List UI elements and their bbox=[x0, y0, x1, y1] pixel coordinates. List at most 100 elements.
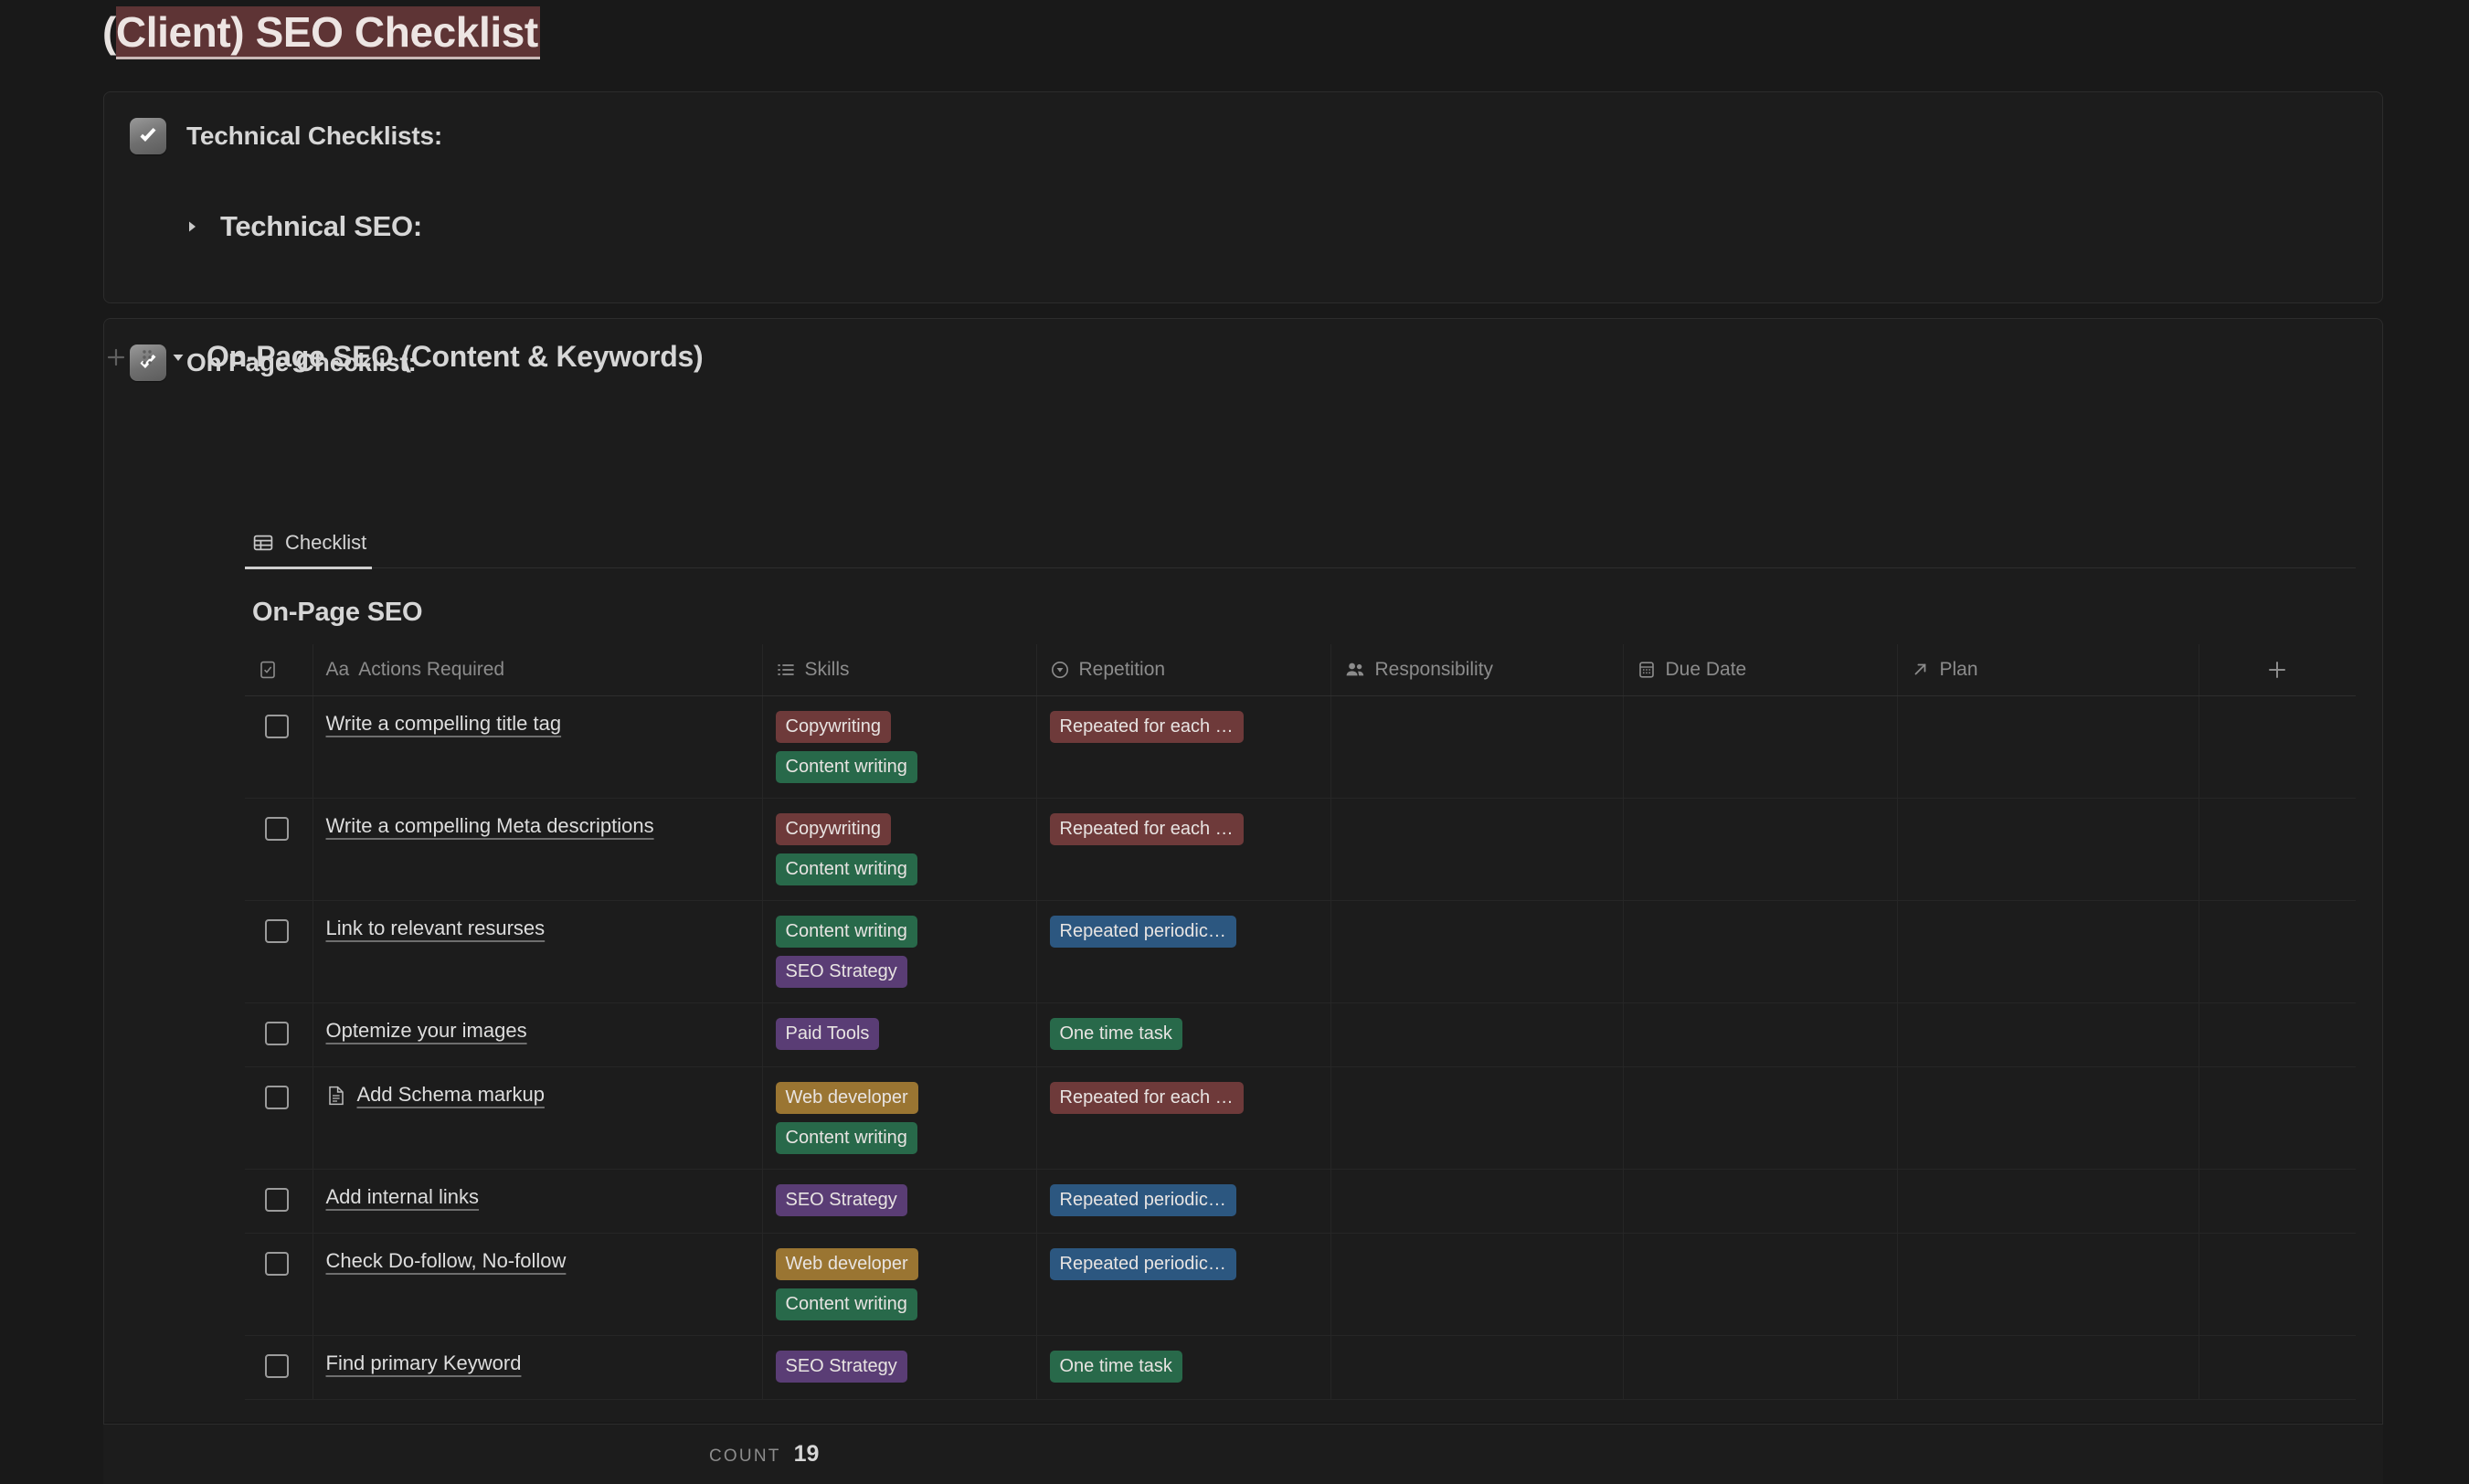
row-checkbox-cell[interactable] bbox=[245, 1066, 313, 1170]
row-name-cell[interactable]: Add internal links bbox=[313, 1169, 763, 1234]
row-due-date-cell[interactable] bbox=[1623, 695, 1898, 799]
row-checkbox[interactable] bbox=[265, 816, 289, 841]
row-due-date-cell[interactable] bbox=[1623, 1233, 1898, 1336]
row-checkbox[interactable] bbox=[265, 918, 289, 943]
row-checkbox-cell[interactable] bbox=[245, 695, 313, 799]
table-row[interactable]: Add Schema markup Web developer Content wr… bbox=[245, 1066, 2356, 1170]
row-plan-cell[interactable] bbox=[1897, 695, 2199, 799]
row-name-cell[interactable]: Write a compelling Meta descriptions bbox=[313, 798, 763, 901]
column-header-plan[interactable]: Plan bbox=[1897, 644, 2199, 696]
row-plan-cell[interactable] bbox=[1897, 1335, 2199, 1400]
database-title[interactable]: On-Page SEO bbox=[252, 598, 2356, 628]
table-row[interactable]: Find primary Keyword SEO Strategy One time… bbox=[245, 1335, 2356, 1400]
row-name[interactable]: Add Schema markup bbox=[357, 1082, 545, 1108]
row-plan-cell[interactable] bbox=[1897, 1233, 2199, 1336]
row-plan-cell[interactable] bbox=[1897, 1002, 2199, 1067]
row-checkbox[interactable] bbox=[265, 1251, 289, 1276]
row-due-date-cell[interactable] bbox=[1623, 798, 1898, 901]
table-row[interactable]: Optemize your images Paid Tools One time t… bbox=[245, 1002, 2356, 1067]
row-repetition-cell[interactable]: One time task bbox=[1036, 1335, 1331, 1400]
column-header-due-date[interactable]: Due Date bbox=[1623, 644, 1898, 696]
row-due-date-cell[interactable] bbox=[1623, 1066, 1898, 1170]
row-checkbox-cell[interactable] bbox=[245, 1233, 313, 1336]
page-title[interactable]: (Client) SEO Checklist bbox=[102, 6, 540, 59]
row-plan-cell[interactable] bbox=[1897, 1169, 2199, 1234]
row-checkbox[interactable] bbox=[265, 1353, 289, 1378]
row-responsibility-cell[interactable] bbox=[1330, 695, 1624, 799]
row-checkbox-cell[interactable] bbox=[245, 1169, 313, 1234]
row-skills-cell[interactable]: SEO Strategy bbox=[762, 1169, 1037, 1234]
row-checkbox-cell[interactable] bbox=[245, 798, 313, 901]
row-name[interactable]: Link to relevant resurses bbox=[326, 916, 546, 942]
chevron-right-icon[interactable] bbox=[176, 211, 207, 242]
row-skills-cell[interactable]: Web developer Content writing bbox=[762, 1066, 1037, 1170]
table-row[interactable]: Add internal links SEO Strategy Repeated p… bbox=[245, 1169, 2356, 1234]
table-row[interactable]: Check Do-follow, No-follow Web developer C… bbox=[245, 1233, 2356, 1336]
table-row[interactable]: Write a compelling Meta descriptions Copy… bbox=[245, 798, 2356, 901]
table-row[interactable]: Write a compelling title tag Copywriting C… bbox=[245, 695, 2356, 799]
row-skills-cell[interactable]: SEO Strategy bbox=[762, 1335, 1037, 1400]
row-responsibility-cell[interactable] bbox=[1330, 1002, 1624, 1067]
row-due-date-cell[interactable] bbox=[1623, 900, 1898, 1003]
row-responsibility-cell[interactable] bbox=[1330, 1233, 1624, 1336]
row-name-cell[interactable]: Optemize your images bbox=[313, 1002, 763, 1067]
chevron-down-icon[interactable] bbox=[163, 342, 194, 373]
row-responsibility-cell[interactable] bbox=[1330, 1169, 1624, 1234]
row-due-date-cell[interactable] bbox=[1623, 1169, 1898, 1234]
row-plan-cell[interactable] bbox=[1897, 798, 2199, 901]
row-repetition-cell[interactable]: Repeated for each … bbox=[1036, 695, 1331, 799]
row-repetition-cell[interactable]: Repeated periodic… bbox=[1036, 1233, 1331, 1336]
row-plan-cell[interactable] bbox=[1897, 1066, 2199, 1170]
row-checkbox-cell[interactable] bbox=[245, 900, 313, 1003]
row-checkbox[interactable] bbox=[265, 1021, 289, 1045]
drag-handle-icon[interactable] bbox=[132, 342, 163, 373]
row-name[interactable]: Find primary Keyword bbox=[326, 1351, 522, 1377]
row-name-cell[interactable]: Write a compelling title tag bbox=[313, 695, 763, 799]
row-responsibility-cell[interactable] bbox=[1330, 1066, 1624, 1170]
add-column-button[interactable] bbox=[2199, 644, 2356, 696]
column-header-skills[interactable]: Skills bbox=[762, 644, 1037, 696]
row-name-cell[interactable]: Add Schema markup bbox=[313, 1066, 763, 1170]
tag-pill: Copywriting bbox=[775, 812, 891, 845]
row-checkbox-cell[interactable] bbox=[245, 1335, 313, 1400]
row-checkbox-cell[interactable] bbox=[245, 1002, 313, 1067]
column-header-responsibility[interactable]: Responsibility bbox=[1330, 644, 1624, 696]
row-name[interactable]: Check Do-follow, No-follow bbox=[326, 1248, 567, 1275]
tab-checklist[interactable]: Checklist bbox=[245, 531, 381, 569]
row-skills-cell[interactable]: Copywriting Content writing bbox=[762, 798, 1037, 901]
table-row[interactable]: Link to relevant resurses Content writing… bbox=[245, 900, 2356, 1003]
title-aa-icon: Aa bbox=[325, 658, 350, 680]
row-repetition-cell[interactable]: Repeated periodic… bbox=[1036, 900, 1331, 1003]
row-name-cell[interactable]: Check Do-follow, No-follow bbox=[313, 1233, 763, 1336]
row-skills-cell[interactable]: Web developer Content writing bbox=[762, 1233, 1037, 1336]
row-responsibility-cell[interactable] bbox=[1330, 1335, 1624, 1400]
toggle-technical-seo[interactable]: Technical SEO: bbox=[176, 210, 422, 243]
row-due-date-cell[interactable] bbox=[1623, 1335, 1898, 1400]
row-skills-cell[interactable]: Content writing SEO Strategy bbox=[762, 900, 1037, 1003]
plus-icon bbox=[2265, 658, 2289, 682]
add-block-icon[interactable] bbox=[101, 342, 132, 373]
row-name[interactable]: Write a compelling title tag bbox=[326, 711, 562, 737]
row-skills-cell[interactable]: Copywriting Content writing bbox=[762, 695, 1037, 799]
row-repetition-cell[interactable]: Repeated periodic… bbox=[1036, 1169, 1331, 1234]
row-responsibility-cell[interactable] bbox=[1330, 900, 1624, 1003]
row-name-cell[interactable]: Link to relevant resurses bbox=[313, 900, 763, 1003]
row-skills-cell[interactable]: Paid Tools bbox=[762, 1002, 1037, 1067]
row-name-cell[interactable]: Find primary Keyword bbox=[313, 1335, 763, 1400]
row-responsibility-cell[interactable] bbox=[1330, 798, 1624, 901]
row-name[interactable]: Add internal links bbox=[326, 1184, 480, 1211]
row-plan-cell[interactable] bbox=[1897, 900, 2199, 1003]
row-name[interactable]: Optemize your images bbox=[326, 1018, 527, 1044]
row-checkbox[interactable] bbox=[265, 714, 289, 738]
row-due-date-cell[interactable] bbox=[1623, 1002, 1898, 1067]
row-name[interactable]: Write a compelling Meta descriptions bbox=[326, 813, 654, 840]
toggle-on-page-seo[interactable]: On-Page SEO (Content & Keywords) bbox=[101, 340, 704, 374]
row-repetition-cell[interactable]: Repeated for each … bbox=[1036, 798, 1331, 901]
row-repetition-cell[interactable]: One time task bbox=[1036, 1002, 1331, 1067]
row-checkbox[interactable] bbox=[265, 1085, 289, 1109]
column-header-actions-required[interactable]: Aa Actions Required bbox=[313, 644, 763, 696]
row-checkbox[interactable] bbox=[265, 1187, 289, 1212]
column-header-checkbox[interactable] bbox=[245, 644, 313, 696]
column-header-repetition[interactable]: Repetition bbox=[1036, 644, 1331, 696]
row-repetition-cell[interactable]: Repeated for each … bbox=[1036, 1066, 1331, 1170]
